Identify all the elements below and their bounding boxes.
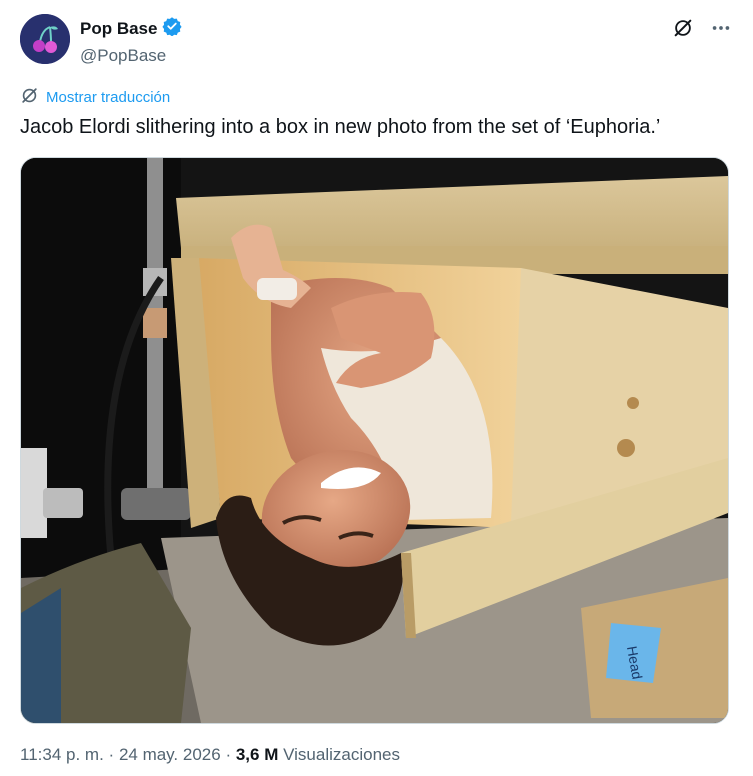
tweet-time[interactable]: 11:34 p. m. — [20, 745, 104, 764]
tweet-text: Jacob Elordi slithering into a box in ne… — [20, 116, 661, 138]
tweet-meta: 11:34 p. m. · 24 may. 2026 · 3,6 M Visua… — [20, 745, 400, 765]
top-actions — [671, 16, 733, 40]
author-block: Pop Base @PopBase — [80, 16, 183, 66]
tweet-photo[interactable]: Head — [20, 157, 729, 724]
author-handle[interactable]: @PopBase — [80, 46, 182, 66]
show-translation-link[interactable]: Mostrar traducción — [20, 86, 170, 109]
more-icon[interactable] — [709, 16, 733, 40]
tweet-header: Pop Base @PopBase — [20, 12, 733, 66]
translate-icon — [20, 86, 39, 109]
views-label: Visualizaciones — [283, 745, 400, 764]
grok-icon[interactable] — [671, 16, 695, 40]
meta-separator-2: · — [225, 745, 232, 764]
cherries-avatar-icon — [20, 14, 70, 64]
avatar[interactable] — [20, 14, 70, 64]
verified-badge-icon — [162, 16, 183, 41]
author-display-name[interactable]: Pop Base — [80, 19, 157, 39]
meta-separator: · — [108, 745, 115, 764]
show-translation-label: Mostrar traducción — [46, 89, 171, 106]
photo-image: Head — [21, 158, 728, 723]
tweet-date[interactable]: 24 may. 2026 — [119, 745, 221, 764]
views-count: 3,6 M — [235, 745, 279, 764]
